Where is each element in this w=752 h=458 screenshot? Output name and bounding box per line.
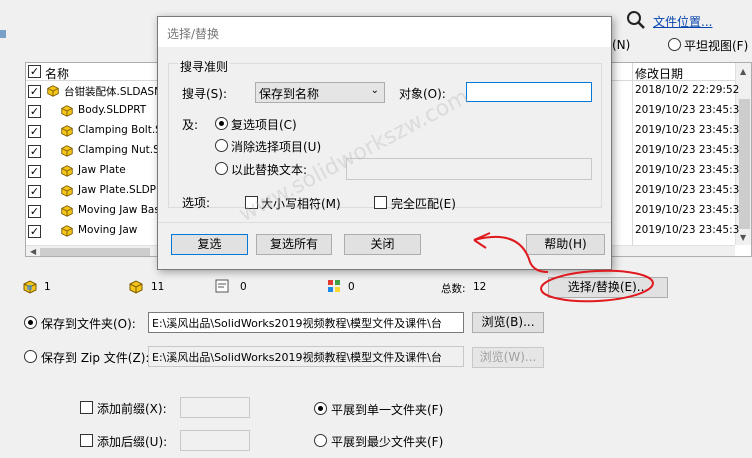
deselect-items-radio[interactable] — [215, 139, 228, 152]
part-count-icon — [128, 279, 144, 295]
prefix-input[interactable] — [180, 397, 250, 418]
deselect-items-label[interactable]: 消除选择项目(U) — [231, 138, 321, 155]
tree-view-option-suffix: (N) — [612, 38, 631, 52]
select-all-button[interactable]: 复选所有 — [256, 234, 332, 255]
flatten-single-folder-radio[interactable] — [314, 402, 327, 415]
other-files-icon — [326, 278, 342, 294]
row-name: Jaw Plate — [78, 164, 126, 176]
row-date: 2019/10/23 23:45:3 — [635, 144, 740, 156]
part-icon — [60, 224, 74, 238]
row-date: 2019/10/23 23:45:3 — [635, 204, 740, 216]
add-prefix-checkbox[interactable] — [80, 401, 93, 414]
select-replace-button[interactable]: 选择/替换(E)... — [548, 277, 668, 298]
select-all-checkbox[interactable]: ✓ — [28, 65, 41, 78]
row-checkbox[interactable]: ✓ — [28, 225, 41, 238]
part-icon — [60, 184, 74, 198]
folder-path-input[interactable]: E:\溪风出品\SolidWorks2019视频教程\模型文件及课件\台 — [148, 312, 464, 333]
row-name: Moving Jaw Bas — [78, 204, 160, 216]
row-date: 2018/10/2 22:29:52 — [635, 84, 740, 96]
assembly-icon — [46, 84, 60, 98]
search-dropdown-value: 保存到名称 — [259, 87, 320, 101]
select-button[interactable]: 复选 — [171, 234, 248, 255]
add-prefix-label[interactable]: 添加前缀(X): — [97, 400, 167, 417]
column-modified[interactable]: 修改日期 — [635, 65, 683, 82]
replace-text-input[interactable] — [346, 158, 592, 180]
close-button[interactable]: 关闭 — [344, 234, 421, 255]
scroll-up-icon[interactable]: ▲ — [740, 67, 746, 76]
browse-zip-button[interactable]: 浏览(W)... — [472, 347, 544, 368]
save-to-folder-label[interactable]: 保存到文件夹(O): — [41, 315, 136, 332]
search-criteria-title: 搜寻准则 — [178, 58, 231, 75]
select-items-radio[interactable] — [215, 117, 228, 130]
row-checkbox[interactable]: ✓ — [28, 125, 41, 138]
row-name: Clamping Bolt.SL — [78, 124, 168, 136]
left-edge-icon — [0, 30, 6, 38]
drawing-count: 0 — [240, 281, 247, 293]
h-scrollbar-thumb[interactable] — [40, 248, 150, 256]
part-count: 11 — [151, 281, 165, 293]
replace-text-radio[interactable] — [215, 162, 228, 175]
add-suffix-label[interactable]: 添加后缀(U): — [97, 433, 167, 450]
search-dropdown[interactable]: 保存到名称 ⌄ — [255, 82, 385, 103]
assembly-count: 1 — [44, 281, 51, 293]
row-date: 2019/10/23 23:45:3 — [635, 224, 740, 236]
row-checkbox[interactable]: ✓ — [28, 85, 41, 98]
row-date: 2019/10/23 23:45:3 — [635, 104, 740, 116]
flat-view-label[interactable]: 平坦视图(F) — [684, 37, 748, 54]
search-icon[interactable] — [626, 10, 646, 30]
help-button[interactable]: 帮助(H) — [526, 234, 605, 255]
whole-match-label[interactable]: 完全匹配(E) — [391, 195, 456, 212]
save-to-folder-radio[interactable] — [24, 316, 37, 329]
row-checkbox[interactable]: ✓ — [28, 205, 41, 218]
part-icon — [60, 204, 74, 218]
drawing-icon — [214, 278, 230, 294]
object-input[interactable] — [466, 82, 592, 102]
row-checkbox[interactable]: ✓ — [28, 165, 41, 178]
row-name: 台钳装配体.SLDASM — [64, 86, 164, 98]
flatten-fewest-folders-label[interactable]: 平展到最少文件夹(F) — [331, 433, 443, 450]
dialog-title: 选择/替换 — [167, 27, 220, 41]
flat-view-radio[interactable] — [668, 38, 681, 51]
part-icon — [60, 124, 74, 138]
flatten-fewest-folders-radio[interactable] — [314, 434, 327, 447]
browse-folder-button[interactable]: 浏览(B)... — [472, 312, 544, 333]
row-checkbox[interactable]: ✓ — [28, 185, 41, 198]
row-checkbox[interactable]: ✓ — [28, 105, 41, 118]
part-icon — [60, 144, 74, 158]
save-to-zip-label[interactable]: 保存到 Zip 文件(Z): — [41, 349, 149, 366]
part-icon — [60, 104, 74, 118]
flatten-single-folder-label[interactable]: 平展到单一文件夹(F) — [331, 401, 443, 418]
dialog-divider — [158, 222, 611, 223]
row-name: Body.SLDPRT — [78, 104, 147, 116]
and-label: 及: — [182, 118, 199, 132]
row-date: 2019/10/23 23:45:3 — [635, 124, 740, 136]
whole-match-checkbox[interactable] — [374, 196, 387, 209]
row-name: Moving Jaw — [78, 224, 138, 236]
options-label: 选项: — [182, 196, 211, 210]
row-checkbox[interactable]: ✓ — [28, 145, 41, 158]
column-name[interactable]: 名称 — [45, 65, 69, 82]
part-icon — [60, 164, 74, 178]
file-location-link[interactable]: 文件位置... — [653, 13, 712, 30]
dialog-titlebar[interactable]: 选择/替换 — [158, 17, 611, 47]
row-date: 2019/10/23 23:45:3 — [635, 184, 740, 196]
row-name: Clamping Nut.SL — [78, 144, 166, 156]
chevron-down-icon: ⌄ — [370, 85, 379, 96]
total-label: 总数: — [441, 283, 466, 295]
suffix-input[interactable] — [180, 430, 250, 451]
assembly-icon — [22, 279, 38, 295]
scroll-left-icon[interactable]: ◀ — [30, 247, 36, 256]
row-name: Jaw Plate.SLDP — [78, 184, 156, 196]
other-count: 0 — [348, 281, 355, 293]
total-count: 12 — [473, 281, 487, 293]
save-to-zip-radio[interactable] — [24, 350, 37, 363]
row-date: 2019/10/23 23:45:3 — [635, 164, 740, 176]
search-label: 搜寻(S): — [182, 87, 228, 101]
select-items-label[interactable]: 复选项目(C) — [231, 116, 297, 133]
zip-path-input[interactable]: E:\溪风出品\SolidWorks2019视频教程\模型文件及课件\台 — [148, 346, 464, 367]
add-suffix-checkbox[interactable] — [80, 434, 93, 447]
